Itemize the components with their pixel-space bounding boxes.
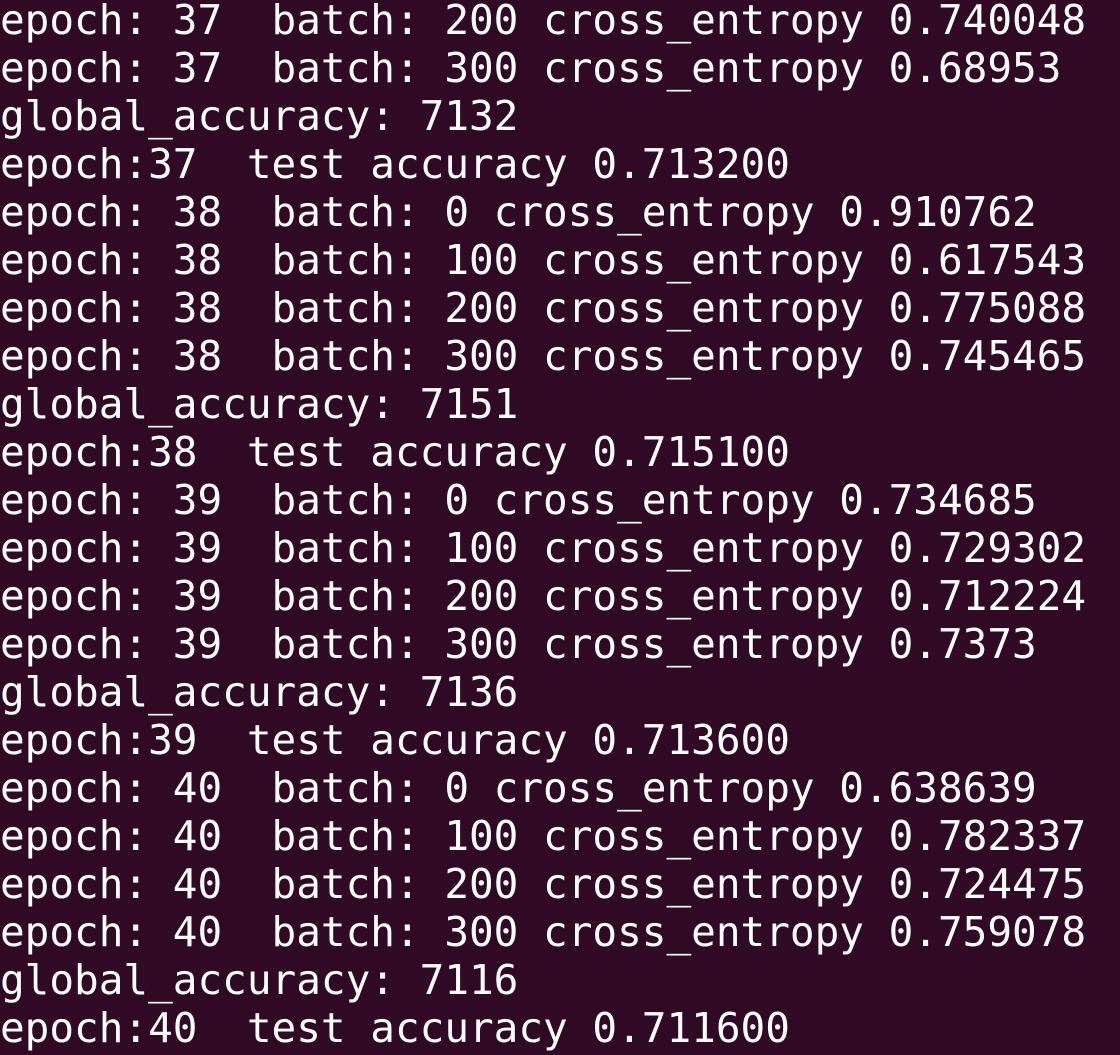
terminal-line: global_accuracy: 7116	[0, 956, 519, 1004]
terminal-line: epoch: 38 batch: 100 cross_entropy 0.617…	[0, 236, 1087, 284]
terminal-line: epoch: 38 batch: 200 cross_entropy 0.775…	[0, 284, 1087, 332]
terminal-line: epoch:40 test accuracy 0.711600	[0, 1004, 790, 1052]
terminal-line: global_accuracy: 7136	[0, 668, 519, 716]
terminal-window[interactable]: epoch: 37 batch: 200 cross_entropy 0.740…	[0, 0, 1120, 1055]
terminal-line: epoch:39 test accuracy 0.713600	[0, 716, 790, 764]
terminal-line: epoch:38 test accuracy 0.715100	[0, 428, 790, 476]
terminal-line: epoch: 37 batch: 300 cross_entropy 0.689…	[0, 44, 1062, 92]
terminal-line: epoch: 40 batch: 300 cross_entropy 0.759…	[0, 908, 1087, 956]
terminal-line: epoch: 37 batch: 200 cross_entropy 0.740…	[0, 0, 1087, 44]
terminal-line: epoch: 39 batch: 0 cross_entropy 0.73468…	[0, 476, 1037, 524]
terminal-line: epoch: 40 batch: 100 cross_entropy 0.782…	[0, 812, 1087, 860]
terminal-line: epoch: 40 batch: 0 cross_entropy 0.63863…	[0, 764, 1037, 812]
terminal-line: epoch: 39 batch: 100 cross_entropy 0.729…	[0, 524, 1087, 572]
terminal-line: epoch: 40 batch: 200 cross_entropy 0.724…	[0, 860, 1087, 908]
terminal-line: global_accuracy: 7132	[0, 92, 519, 140]
terminal-output: epoch: 37 batch: 200 cross_entropy 0.740…	[0, 0, 1086, 1052]
terminal-line: epoch: 39 batch: 300 cross_entropy 0.737…	[0, 620, 1037, 668]
terminal-line: epoch: 38 batch: 300 cross_entropy 0.745…	[0, 332, 1087, 380]
terminal-line: epoch: 38 batch: 0 cross_entropy 0.91076…	[0, 188, 1037, 236]
terminal-line: epoch:37 test accuracy 0.713200	[0, 140, 790, 188]
terminal-line: global_accuracy: 7151	[0, 380, 519, 428]
terminal-line: epoch: 39 batch: 200 cross_entropy 0.712…	[0, 572, 1087, 620]
